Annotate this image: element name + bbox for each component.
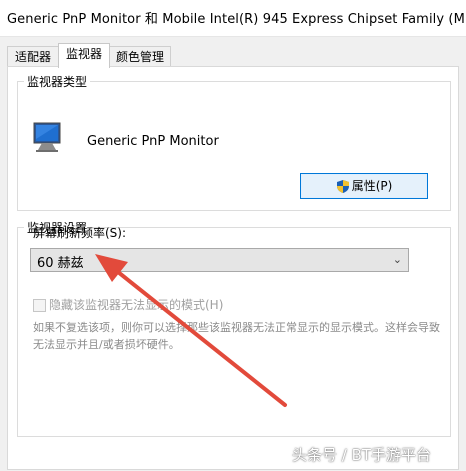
tab-adapter[interactable]: 适配器	[7, 46, 59, 67]
hide-modes-label: 隐藏该监视器无法显示的模式(H)	[49, 298, 224, 312]
monitor-type-title: 监视器类型	[24, 73, 91, 90]
warning-note: 如果不复选该项，则你可以选择那些该监视器无法正常显示的显示模式。这样会导致无法显…	[33, 321, 440, 351]
tab-monitor[interactable]: 监视器	[58, 43, 110, 68]
refresh-rate-value: 60 赫兹	[37, 256, 84, 271]
window-title: Generic PnP Monitor 和 Mobile Intel(R) 94…	[7, 12, 466, 27]
title-bar: Generic PnP Monitor 和 Mobile Intel(R) 94…	[0, 0, 466, 37]
refresh-rate-select[interactable]: 60 赫兹 ⌄	[30, 248, 409, 272]
hide-modes-row: 隐藏该监视器无法显示的模式(H)	[33, 296, 223, 313]
properties-button-label: 属性(P)	[351, 179, 393, 193]
dialog-content: 适配器 监视器 颜色管理 监视器类型 Generic PnP Monitor 属…	[0, 37, 466, 471]
monitor-name: Generic PnP Monitor	[87, 134, 219, 149]
properties-button[interactable]: 属性(P)	[300, 173, 428, 199]
monitor-icon	[33, 122, 61, 152]
watermark-text: 头条号 / BT手游平台	[292, 446, 432, 464]
refresh-rate-label: 屏幕刷新频率(S):	[33, 226, 127, 240]
hide-modes-checkbox[interactable]	[33, 299, 46, 312]
tab-color-management[interactable]: 颜色管理	[109, 46, 171, 67]
chevron-down-icon: ⌄	[392, 253, 402, 266]
uac-shield-icon	[336, 180, 349, 193]
